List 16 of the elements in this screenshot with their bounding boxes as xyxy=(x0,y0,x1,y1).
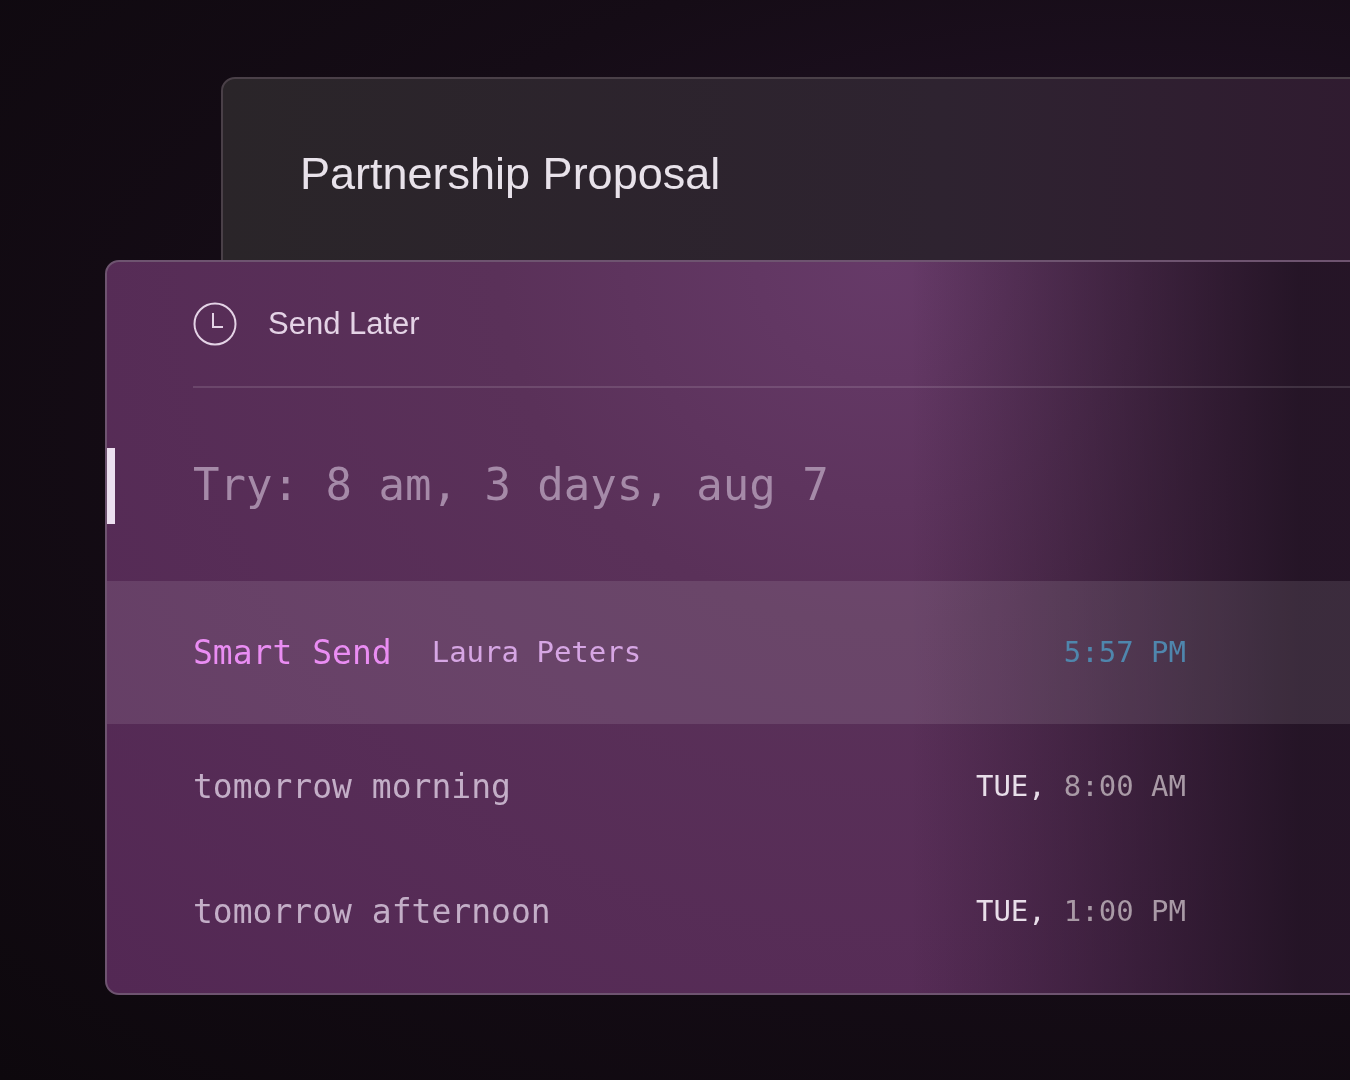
option-time: 5:57 PM xyxy=(1063,633,1186,671)
option-time: 1:00 PM xyxy=(1063,892,1186,930)
option-row[interactable]: tomorrow afternoon TUE, 1:00 PM xyxy=(107,849,1350,974)
option-label: tomorrow afternoon xyxy=(193,890,551,933)
contact-name: Laura Peters xyxy=(431,633,642,671)
clock-icon xyxy=(193,302,237,346)
option-label: Smart Send xyxy=(193,631,392,674)
option-row[interactable]: Smart Send Laura Peters 5:57 PM xyxy=(107,581,1350,724)
option-time: 8:00 AM xyxy=(1063,767,1186,805)
send-later-title: Send Later xyxy=(268,304,420,343)
time-input-field[interactable]: Try: 8 am, 3 days, aug 7 xyxy=(193,451,1093,518)
option-day: TUE, xyxy=(975,764,1046,809)
option-label: tomorrow morning xyxy=(193,765,511,808)
option-row[interactable]: tomorrow morning TUE, 8:00 AM xyxy=(107,724,1350,849)
option-day: TUE, xyxy=(975,889,1046,934)
draft-title: Partnership Proposal xyxy=(300,147,722,201)
